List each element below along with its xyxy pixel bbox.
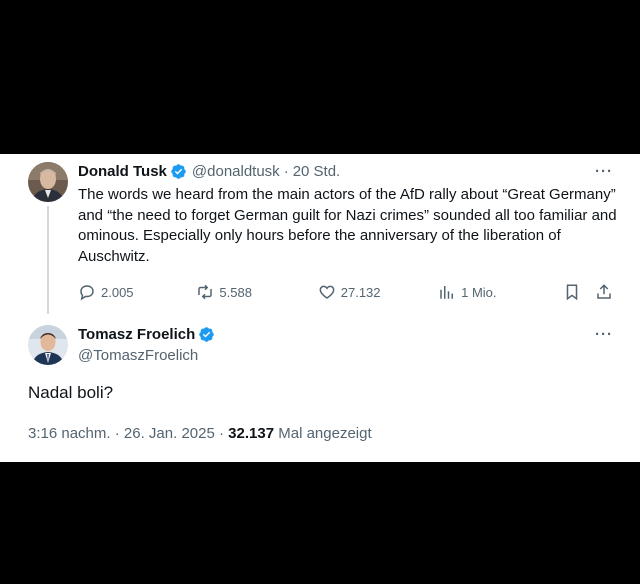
reply-handle-row: @TomaszFroelich (78, 347, 198, 364)
separator-dot: · (219, 425, 229, 442)
donald-tusk-avatar[interactable] (28, 162, 68, 202)
like-button[interactable]: 27.132 (318, 283, 438, 301)
tweet-card: Donald Tusk @donaldtusk · 20 Std. ··· Th… (0, 154, 640, 462)
repost-button[interactable]: 5.588 (196, 283, 317, 301)
share-icon (597, 284, 611, 299)
thread-line (47, 206, 49, 314)
heart-icon (319, 285, 335, 299)
tweet-time[interactable]: 3:16 nachm. (28, 425, 111, 442)
verified-badge-icon (199, 327, 215, 342)
like-count: 27.132 (340, 284, 381, 300)
repost-count: 5.588 (219, 284, 252, 300)
author-name[interactable]: Tomasz Froelich (78, 326, 195, 343)
views-button[interactable]: 1 Mio. (438, 283, 563, 301)
reply-tweet-text: Nadal boli? (28, 383, 114, 402)
reply-tweet-header: Tomasz Froelich (78, 326, 215, 343)
more-options-button[interactable]: ··· (595, 326, 613, 343)
reply-count: 2.005 (101, 284, 134, 300)
parent-tweet-header: Donald Tusk @donaldtusk · 20 Std. (78, 163, 340, 180)
parent-tweet-text: The words we heard from the main actors … (78, 186, 617, 265)
bookmark-icon (567, 284, 578, 301)
views-count: 32.137 (228, 425, 275, 442)
reply-icon (80, 285, 94, 301)
tweet-meta: 3:16 nachm. · 26. Jan. 2025 · 32.137 Mal… (28, 425, 372, 442)
tweet-date[interactable]: 26. Jan. 2025 (124, 425, 215, 442)
analytics-icon (440, 286, 454, 299)
separator-dot: · (283, 163, 289, 180)
author-name[interactable]: Donald Tusk (78, 163, 167, 180)
author-handle[interactable]: @donaldtusk (192, 163, 280, 180)
tomasz-froelich-avatar[interactable] (28, 325, 68, 365)
views-count: 1 Mio. (461, 284, 497, 300)
author-handle[interactable]: @TomaszFroelich (78, 347, 198, 364)
views-label: Mal angezeigt (278, 425, 372, 442)
share-button[interactable] (595, 283, 618, 301)
bookmark-button[interactable] (563, 283, 595, 301)
more-options-button[interactable]: ··· (595, 163, 613, 180)
separator-dot: · (114, 425, 124, 442)
tweet-actions-bar: 2.005 5.588 27.132 1 Mio. (78, 280, 618, 304)
reply-button[interactable]: 2.005 (78, 283, 196, 301)
repost-icon (198, 284, 213, 300)
verified-badge-icon (171, 164, 186, 179)
tweet-time[interactable]: 20 Std. (293, 163, 341, 180)
